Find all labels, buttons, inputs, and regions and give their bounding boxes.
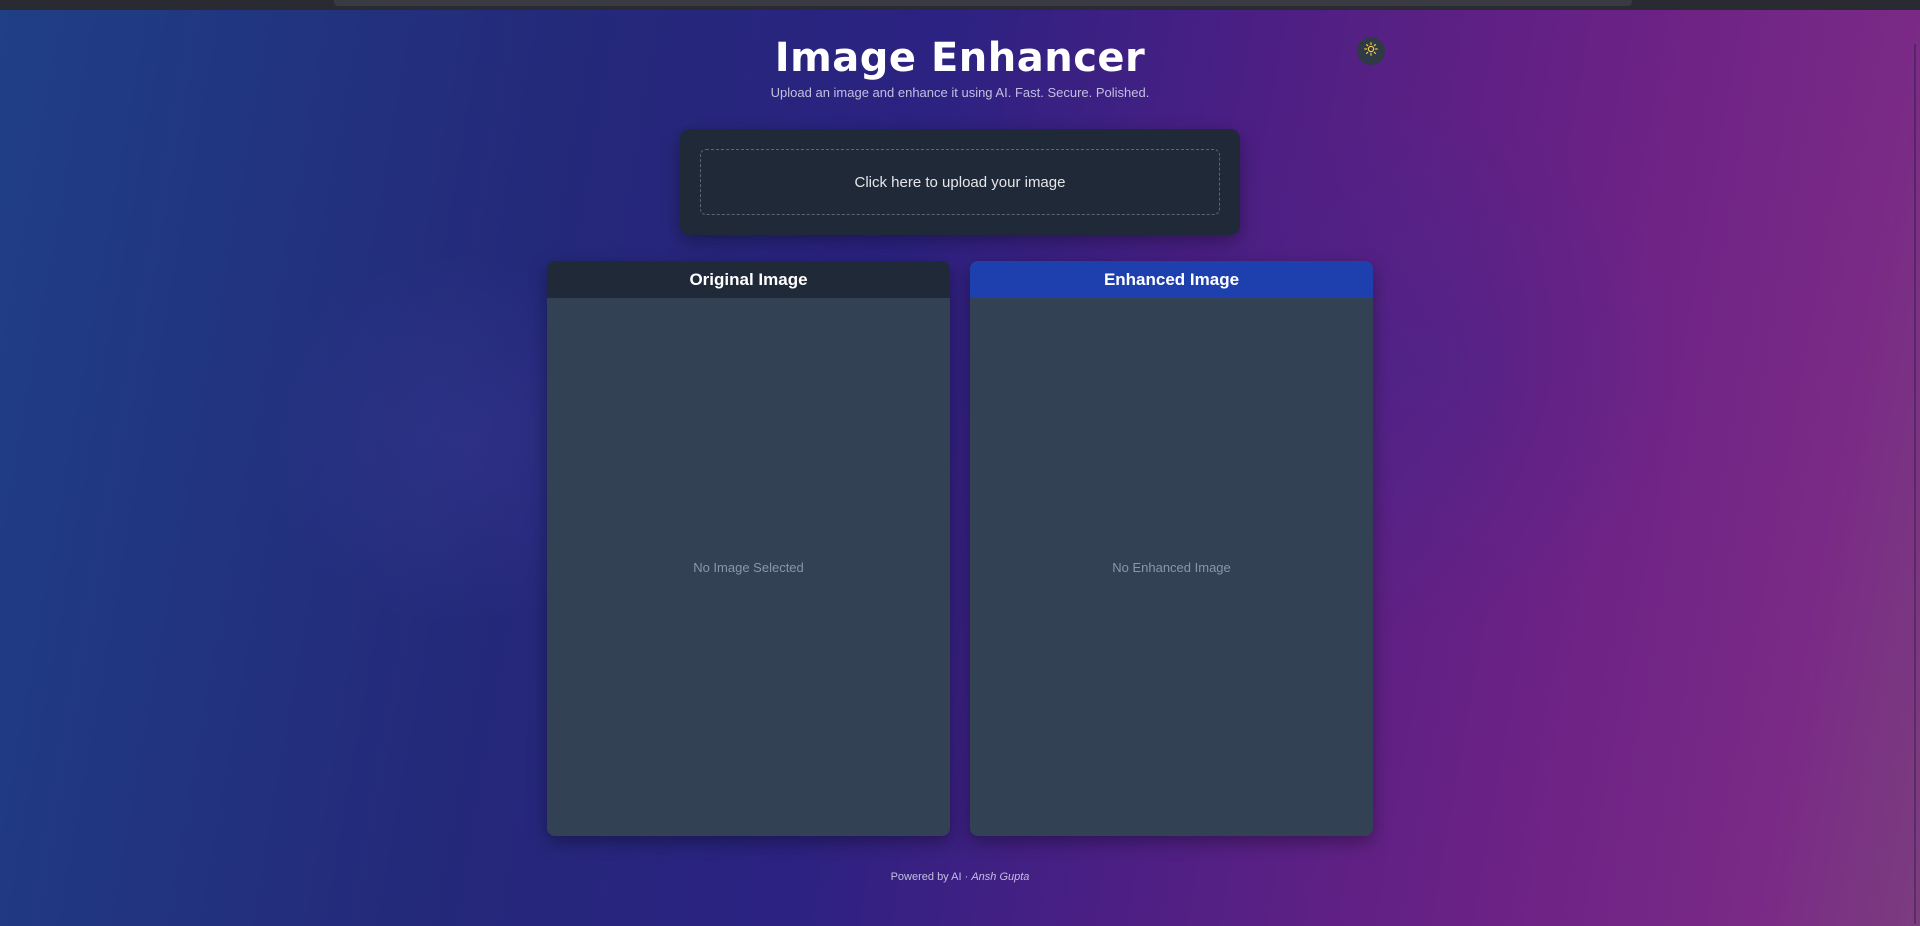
upload-label[interactable]: Click here to upload your image [855,174,1066,191]
page-title: Image Enhancer [774,35,1146,81]
enhanced-image-placeholder: No Enhanced Image [1112,559,1231,575]
original-image-placeholder: No Image Selected [693,559,804,575]
browser-top-bar-inner [334,0,1632,6]
original-image-header: Original Image [547,261,950,298]
original-image-panel: Original Image No Image Selected [547,261,950,836]
footer: Powered by AI · Ansh Gupta [0,870,1920,884]
upload-card: Click here to upload your image [680,129,1240,235]
enhanced-image-panel: Enhanced Image No Enhanced Image [970,261,1373,836]
enhanced-image-header: Enhanced Image [970,261,1373,298]
browser-top-bar [0,0,1920,10]
original-image-area: No Image Selected [547,298,950,836]
upload-dropzone[interactable]: Click here to upload your image [700,149,1220,215]
sun-icon [1364,42,1378,60]
enhanced-image-area: No Enhanced Image [970,298,1373,836]
footer-prefix: Powered by AI · [890,871,972,883]
footer-author: Ansh Gupta [971,871,1030,883]
page-subtitle: Upload an image and enhance it using AI.… [770,85,1150,100]
theme-toggle-button[interactable] [1357,37,1385,65]
scrollbar[interactable] [1914,44,1916,924]
